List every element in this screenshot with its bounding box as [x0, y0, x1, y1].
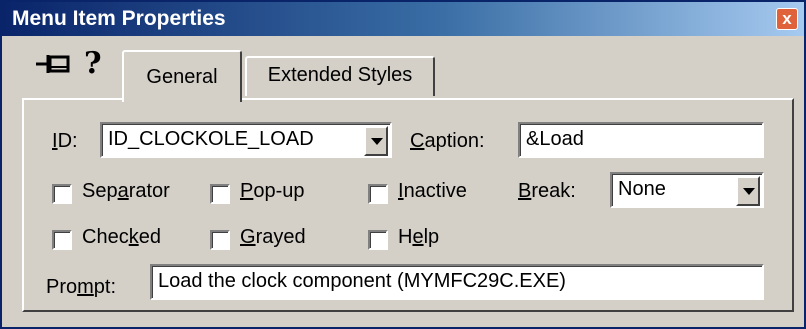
window-title: Menu Item Properties: [12, 7, 226, 30]
tab-extended-styles[interactable]: Extended Styles: [245, 56, 435, 96]
break-dropdown-button[interactable]: [736, 176, 760, 206]
caption-field[interactable]: &Load: [518, 122, 764, 158]
checked-label[interactable]: Checked: [82, 226, 161, 249]
prompt-label: Prompt:: [46, 276, 117, 298]
pin-icon[interactable]: [34, 52, 74, 76]
break-label: Break:: [518, 180, 576, 202]
id-dropdown-button[interactable]: [364, 126, 388, 156]
general-panel: ID: ID_CLOCKOLE_LOAD Caption: &Load Sepa…: [22, 98, 794, 312]
help-checkbox[interactable]: [368, 230, 388, 250]
popup-checkbox[interactable]: [210, 184, 230, 204]
break-value: None: [618, 178, 666, 200]
inactive-label[interactable]: Inactive: [398, 180, 467, 203]
help-label[interactable]: Help: [398, 226, 439, 249]
title-bar[interactable]: Menu Item Properties x: [2, 2, 804, 36]
tab-general[interactable]: General: [122, 50, 242, 102]
caption-label: Caption:: [410, 130, 485, 152]
close-icon: x: [782, 9, 792, 28]
break-select[interactable]: None: [610, 172, 764, 208]
checked-checkbox[interactable]: [52, 230, 72, 250]
prompt-field[interactable]: Load the clock component (MYMFC29C.EXE): [150, 264, 764, 300]
grayed-label[interactable]: Grayed: [240, 226, 306, 249]
id-label: ID:: [52, 130, 78, 152]
caption-value: &Load: [526, 128, 584, 150]
separator-checkbox[interactable]: [52, 184, 72, 204]
help-icon[interactable]: ?: [84, 46, 102, 81]
properties-window: Menu Item Properties x ? General Extende…: [0, 0, 806, 329]
tab-general-label: General: [146, 66, 218, 88]
grayed-checkbox[interactable]: [210, 230, 230, 250]
close-button[interactable]: x: [776, 8, 798, 30]
prompt-value: Load the clock component (MYMFC29C.EXE): [158, 270, 566, 292]
id-combobox[interactable]: ID_CLOCKOLE_LOAD: [100, 122, 392, 158]
separator-label[interactable]: Separator: [82, 180, 170, 203]
popup-label[interactable]: Pop-up: [240, 180, 305, 203]
inactive-checkbox[interactable]: [368, 184, 388, 204]
id-value: ID_CLOCKOLE_LOAD: [108, 128, 314, 150]
tab-extended-styles-label: Extended Styles: [267, 64, 413, 86]
